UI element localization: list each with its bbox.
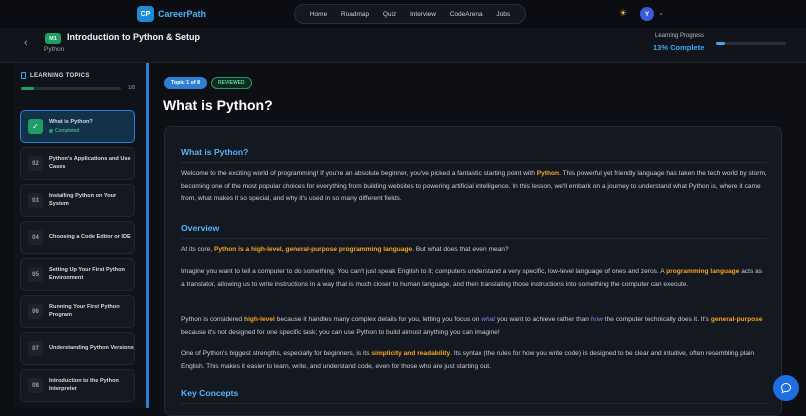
topics-progress-fill <box>21 87 34 90</box>
topic-label: Python's Applications and Use Cases <box>49 155 131 170</box>
topic-item-4[interactable]: 04 Choosing a Code Editor or IDE <box>20 221 135 254</box>
lesson-content: Topic 1 of 8 REVIEWED What is Python? Wh… <box>152 63 806 416</box>
topic-item-7[interactable]: 07 Understanding Python Versions <box>20 332 135 365</box>
topic-number: 06 <box>28 304 43 319</box>
logo-text: CareerPath <box>158 9 207 19</box>
lesson-header: ‹ M1 Introduction to Python & Setup Pyth… <box>0 28 806 63</box>
topic-label: Setting Up Your First Python Environment <box>49 266 125 281</box>
topics-progress-bar <box>21 87 121 90</box>
progress-bar-fill <box>716 42 726 45</box>
topic-label: What is Python? <box>49 118 93 125</box>
topic-badge: Topic 1 of 8 <box>164 77 208 89</box>
topic-number: 02 <box>28 156 43 171</box>
top-navbar: CP CareerPath Home Roadmap Quiz Intervie… <box>0 0 806 28</box>
topic-item-5[interactable]: 05 Setting Up Your First Python Environm… <box>20 258 135 291</box>
module-badge: M1 <box>45 33 61 44</box>
imagine-paragraph: Imagine you want to tell a computer to d… <box>181 268 763 288</box>
topic-number: 05 <box>28 267 43 282</box>
topics-count: 1/8 <box>128 85 135 91</box>
nav-roadmap[interactable]: Roadmap <box>341 11 369 18</box>
nav-quiz[interactable]: Quiz <box>383 11 396 18</box>
chat-bubble-icon <box>780 382 792 394</box>
strengths-paragraph: One of Python's biggest strengths, espec… <box>181 350 755 370</box>
status-dot-icon <box>49 129 53 134</box>
nav-jobs[interactable]: Jobs <box>496 11 510 18</box>
divider <box>181 162 767 163</box>
nav-home[interactable]: Home <box>310 11 327 18</box>
chevron-down-icon[interactable]: ⌄ <box>658 9 664 17</box>
topic-label: Introduction to the Python Interpreter <box>49 377 119 392</box>
topic-number: 03 <box>28 193 43 208</box>
topic-item-3[interactable]: 03 Installing Python on Your System <box>20 184 135 217</box>
chat-button[interactable] <box>773 375 799 401</box>
nav-links: Home Roadmap Quiz Interview CodeArena Jo… <box>294 4 526 24</box>
progress-label: Learning Progress <box>655 33 705 39</box>
divider <box>181 238 767 239</box>
topic-label: Installing Python on Your System <box>49 192 117 207</box>
progress-bar <box>716 42 786 45</box>
topic-number: 08 <box>28 378 43 393</box>
topic-item-6[interactable]: 06 Running Your First Python Program <box>20 295 135 328</box>
theme-toggle-sun-icon[interactable]: ☀ <box>619 9 628 18</box>
core-paragraph: At its core, Python is a high-level, gen… <box>181 246 509 253</box>
section-heading-what: What is Python? <box>181 147 249 157</box>
topic-item-2[interactable]: 02 Python's Applications and Use Cases <box>20 147 135 180</box>
sidebar-title: LEARNING TOPICS <box>30 72 90 79</box>
topic-number: 04 <box>28 230 43 245</box>
topic-item-8[interactable]: 08 Introduction to the Python Interprete… <box>20 369 135 402</box>
nav-interview[interactable]: Interview <box>410 11 436 18</box>
lesson-title: Introduction to Python & Setup <box>67 32 200 42</box>
sidebar-heading: LEARNING TOPICS <box>21 72 90 79</box>
back-chevron-icon[interactable]: ‹ <box>24 37 28 49</box>
section-heading-key-concepts: Key Concepts <box>181 388 239 398</box>
topics-sidebar: LEARNING TOPICS 1/8 ✓ What is Python? Co… <box>14 63 149 408</box>
section-heading-overview: Overview <box>181 223 220 233</box>
topic-label: Running Your First Python Program <box>49 303 120 318</box>
topic-item-1[interactable]: ✓ What is Python? Completed <box>20 110 135 143</box>
check-icon: ✓ <box>28 119 43 134</box>
content-card: What is Python? Welcome to the exciting … <box>164 126 782 416</box>
logo-badge: CP <box>137 6 154 22</box>
progress-value: 13% Complete <box>653 43 705 52</box>
intro-paragraph: Welcome to the exciting world of program… <box>181 170 767 203</box>
avatar[interactable]: Y <box>640 7 654 21</box>
topic-label: Understanding Python Versions <box>49 344 134 351</box>
nav-codearena[interactable]: CodeArena <box>450 11 483 18</box>
divider <box>181 403 767 404</box>
high-level-paragraph: Python is considered high-level because … <box>181 316 763 336</box>
lesson-subtitle: Python <box>44 46 65 53</box>
topic-status-text: Completed <box>55 128 80 135</box>
reviewed-badge: REVIEWED <box>211 77 252 89</box>
page-title: What is Python? <box>163 97 273 113</box>
topic-number: 07 <box>28 341 43 356</box>
book-icon <box>21 72 26 79</box>
topic-status: Completed <box>49 128 93 134</box>
logo[interactable]: CP CareerPath <box>137 6 206 22</box>
topic-label: Choosing a Code Editor or IDE <box>49 233 131 240</box>
